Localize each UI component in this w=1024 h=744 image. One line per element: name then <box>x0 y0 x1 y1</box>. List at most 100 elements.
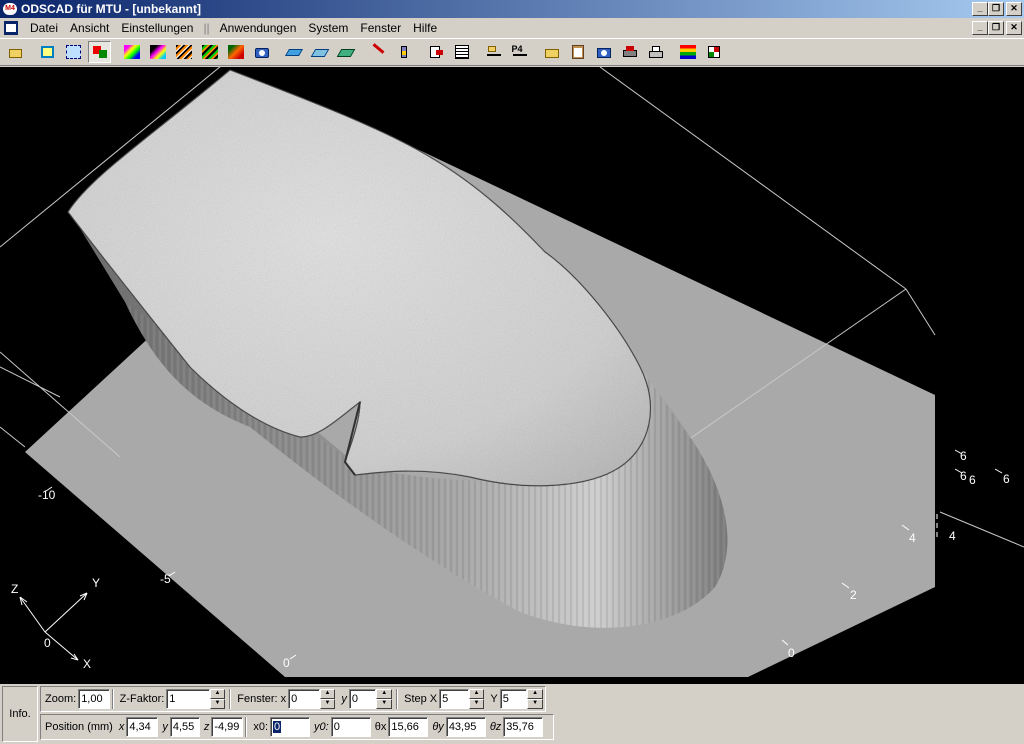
fenster-y-field[interactable]: 0 <box>348 689 377 709</box>
position-row: Position (mm) x 4,34 y 4,55 z -4,99 x0: … <box>40 714 554 740</box>
window-title: ODSCAD für MTU - [unbekannt] <box>21 2 201 16</box>
close-button[interactable]: ✕ <box>1006 2 1022 16</box>
color-map-2-button[interactable] <box>146 41 169 63</box>
flag-button[interactable] <box>702 41 725 63</box>
info-button[interactable]: Info. <box>2 686 38 742</box>
probe-icon <box>396 45 412 59</box>
axis-tick-label: 4 <box>909 531 916 545</box>
fenster-y-label: y <box>341 693 347 705</box>
color-map-1-button[interactable] <box>120 41 143 63</box>
clipboard-button[interactable] <box>566 41 589 63</box>
menu-ansicht[interactable]: Ansicht <box>64 18 115 38</box>
app-logo-icon: M4 <box>3 3 17 15</box>
camera-icon <box>254 45 270 59</box>
load-icon <box>486 45 502 59</box>
export-button[interactable] <box>424 41 447 63</box>
open-folder-icon <box>8 45 24 59</box>
load-button[interactable] <box>482 41 505 63</box>
folder-button[interactable] <box>540 41 563 63</box>
axis-tick-label: 2 <box>850 588 857 602</box>
menu-fenster[interactable]: Fenster <box>354 18 407 38</box>
zfactor-field[interactable]: 1 <box>166 689 210 709</box>
camera-button[interactable] <box>250 41 273 63</box>
restore-button[interactable]: ❐ <box>988 2 1004 16</box>
plane-1-button[interactable] <box>282 41 305 63</box>
axis-tick-label: -5 <box>160 572 171 586</box>
plane-2-button[interactable] <box>308 41 331 63</box>
color-map-5-icon <box>227 45 244 59</box>
theta-y-label: θy <box>432 721 444 733</box>
legend-button[interactable] <box>676 41 699 63</box>
zoom-box-button[interactable] <box>36 41 59 63</box>
fenster-y-spinner[interactable]: ▲ ▼ <box>376 689 393 709</box>
print-preview-button[interactable] <box>618 41 641 63</box>
menu-datei[interactable]: Datei <box>24 18 64 38</box>
menu-separator: || <box>203 21 210 35</box>
print-button[interactable] <box>644 41 667 63</box>
position-label: Position (mm) <box>45 721 113 733</box>
zoom-field[interactable]: 1,00 <box>78 689 110 709</box>
axis-tick-label: 0 <box>283 656 290 670</box>
save-icon: P4 <box>512 45 528 59</box>
step-x-spinner[interactable]: ▲ ▼ <box>468 689 485 709</box>
fenster-x-field[interactable]: 0 <box>288 689 320 709</box>
axis-triad <box>19 592 88 661</box>
rotate-button[interactable] <box>88 41 111 63</box>
status-panel: Info. Zoom: 1,00 Z-Faktor: 1 ▲ ▼ Fenster:… <box>0 684 1024 744</box>
triad-y-label: Y <box>92 576 100 590</box>
menu-einstellungen[interactable]: Einstellungen <box>115 18 199 38</box>
probe-button[interactable] <box>392 41 415 63</box>
step-y-field[interactable]: 5 <box>499 689 528 709</box>
menu-hilfe[interactable]: Hilfe <box>407 18 443 38</box>
zoom-view-icon <box>65 45 82 59</box>
step-y-spinner[interactable]: ▲ ▼ <box>527 689 543 709</box>
color-map-3-button[interactable] <box>172 41 195 63</box>
pos-x-field[interactable]: 4,34 <box>126 717 159 737</box>
theta-x-field[interactable]: 15,66 <box>388 717 429 737</box>
pos-x-label: x <box>118 721 125 733</box>
zoom-label: Zoom: <box>45 693 77 705</box>
zoom-view-button[interactable] <box>62 41 85 63</box>
plane-1-icon <box>284 45 303 59</box>
color-map-2-icon <box>149 45 166 59</box>
report-button[interactable] <box>450 41 473 63</box>
menu-system[interactable]: System <box>302 18 354 38</box>
y0-field[interactable]: 0 <box>330 717 371 737</box>
plane-3-button[interactable] <box>334 41 357 63</box>
save-button[interactable]: P4 <box>508 41 531 63</box>
step-x-field[interactable]: 5 <box>439 689 469 709</box>
minimize-button[interactable]: _ <box>972 2 988 16</box>
pos-z-field[interactable]: -4,99 <box>211 717 244 737</box>
print-icon <box>648 45 664 59</box>
open-folder-button[interactable] <box>4 41 27 63</box>
theta-z-label: θz <box>489 721 502 733</box>
theta-z-field[interactable]: 35,76 <box>503 717 544 737</box>
color-map-4-button[interactable] <box>198 41 221 63</box>
child-restore-button[interactable]: ❐ <box>988 21 1004 35</box>
menu-anwendungen[interactable]: Anwendungen <box>214 18 303 38</box>
print-preview-icon <box>622 45 638 59</box>
theta-y-field[interactable]: 43,95 <box>445 717 486 737</box>
plane-2-icon <box>310 45 329 59</box>
x0-field[interactable]: 0 <box>270 717 311 737</box>
zfactor-spinner[interactable]: ▲ ▼ <box>209 689 226 709</box>
fenster-x-spinner[interactable]: ▲ ▼ <box>319 689 336 709</box>
triad-x-label: X <box>83 657 91 671</box>
color-map-5-button[interactable] <box>224 41 247 63</box>
child-minimize-button[interactable]: _ <box>972 21 988 35</box>
export-icon <box>428 45 444 59</box>
cut-button[interactable] <box>366 41 389 63</box>
fenster-x-label: Fenster: x <box>237 693 287 705</box>
clipboard-icon <box>570 45 586 59</box>
3d-viewport[interactable]: -10 -5 0 0 2 4 6 4 6 6 6 Z Y X 0 <box>0 67 1024 684</box>
pos-y-label: y <box>162 721 168 733</box>
snapshot-button[interactable] <box>592 41 615 63</box>
folder-icon <box>544 45 560 59</box>
step-x-label: Step X <box>404 693 438 705</box>
view-parameters-row: Zoom: 1,00 Z-Faktor: 1 ▲ ▼ Fenster: x 0 ▲… <box>40 686 546 712</box>
document-icon[interactable] <box>4 21 20 35</box>
toolbar: P4 <box>0 38 1024 66</box>
child-close-button[interactable]: ✕ <box>1006 21 1022 35</box>
cut-icon <box>370 43 386 59</box>
pos-y-field[interactable]: 4,55 <box>169 717 200 737</box>
